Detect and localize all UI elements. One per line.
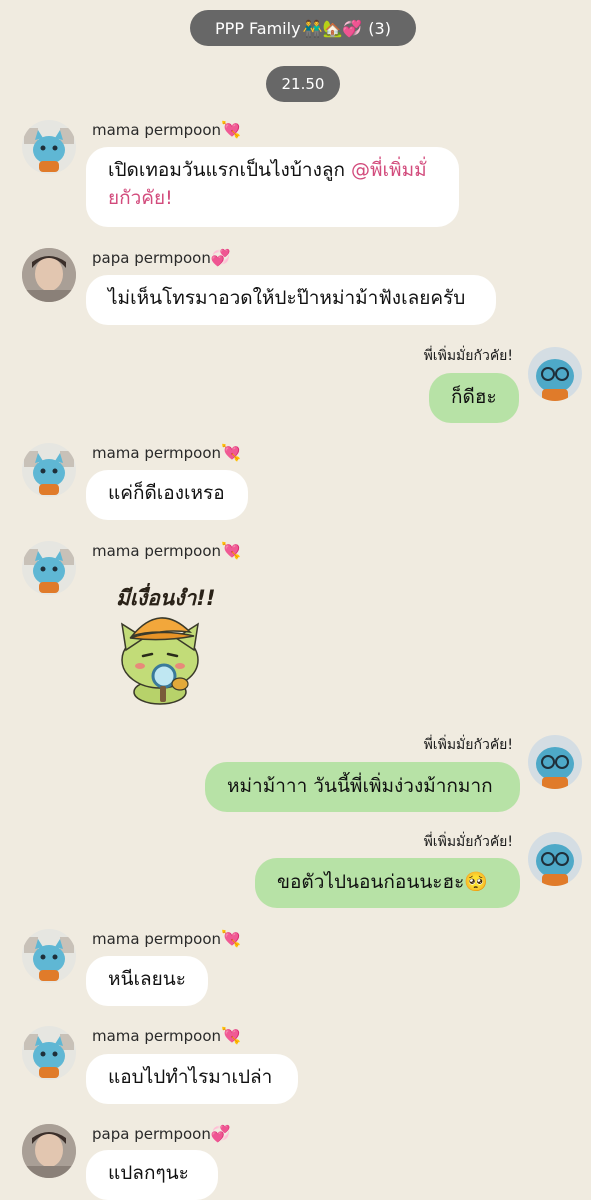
message-bubble[interactable]: แปลกๆนะ	[86, 1150, 218, 1200]
message-bubble[interactable]: หนีเลยนะ	[86, 956, 208, 1006]
papa-photo-icon	[22, 1124, 76, 1178]
my-message-bubble[interactable]: ขอตัวไปนอนก่อนนะฮะ🥺	[255, 858, 520, 908]
blue-cat-mascot-icon	[24, 128, 74, 172]
message-text: หม่าม้าาา วันนี้พี่เพิ่มง่วงม้ากมาก	[227, 775, 493, 797]
member-count: (3)	[368, 18, 391, 38]
sender-name: papa permpoon💞	[92, 248, 231, 267]
detective-cat-icon	[121, 617, 199, 705]
blue-cat-mascot-icon	[24, 451, 74, 495]
blue-cat-mascot-icon	[24, 937, 74, 981]
sender-name: mama permpoon💘	[92, 541, 241, 560]
my-message-bubble[interactable]: หม่าม้าาา วันนี้พี่เพิ่มง่วงม้ากมาก	[205, 762, 520, 812]
papa-photo-icon	[22, 248, 76, 302]
blue-cat-glasses-icon	[536, 844, 574, 886]
sender-name: mama permpoon💘	[92, 443, 241, 462]
sender-name: mama permpoon💘	[92, 1026, 241, 1045]
pleading-face-emoji: 🥺	[464, 871, 488, 893]
my-avatar[interactable]	[528, 735, 582, 789]
message-bubble[interactable]: ไม่เห็นโทรมาอวดให้ปะป๊าหม่าม้าฟังเลยครับ	[86, 275, 496, 325]
blue-cat-mascot-icon	[24, 549, 74, 593]
mama-avatar[interactable]	[22, 443, 76, 497]
mama-avatar[interactable]	[22, 541, 76, 595]
blue-cat-glasses-icon	[536, 747, 574, 789]
message-text: แอบไปทำไรมาเปล่า	[108, 1066, 273, 1088]
time-divider: 21.50	[266, 66, 340, 102]
my-name: พี่เพิ่มมั่ยกัวคัย!	[423, 834, 513, 850]
group-emojis: 👬🏡💞	[302, 18, 363, 38]
blue-cat-glasses-icon	[536, 359, 574, 401]
papa-avatar[interactable]	[22, 1124, 76, 1178]
my-avatar[interactable]	[528, 347, 582, 401]
group-name: PPP Family	[215, 18, 301, 38]
message-bubble[interactable]: เปิดเทอมวันแรกเป็นไงบ้างลูก @พี่เพิ่มมั่…	[86, 147, 459, 227]
blue-cat-mascot-icon	[24, 1034, 74, 1078]
my-name: พี่เพิ่มมั่ยกัวคัย!	[423, 737, 513, 753]
chat-title-pill[interactable]: PPP Family 👬🏡💞 (3)	[190, 10, 416, 46]
message-text: แค่ก็ดีเองเหรอ	[108, 482, 225, 504]
mama-avatar[interactable]	[22, 1026, 76, 1080]
papa-avatar[interactable]	[22, 248, 76, 302]
sender-name: mama permpoon💘	[92, 929, 241, 948]
sender-name: papa permpoon💞	[92, 1124, 231, 1143]
my-name: พี่เพิ่มมั่ยกัวคัย!	[423, 348, 513, 364]
my-avatar[interactable]	[528, 832, 582, 886]
message-bubble[interactable]: แค่ก็ดีเองเหรอ	[86, 470, 248, 520]
message-bubble[interactable]: แอบไปทำไรมาเปล่า	[86, 1054, 298, 1104]
message-text: ก็ดีฮะ	[451, 386, 497, 408]
message-text: แปลกๆนะ	[108, 1162, 189, 1184]
message-text: เปิดเทอมวันแรกเป็นไงบ้างลูก	[108, 159, 352, 181]
sender-name: mama permpoon💘	[92, 120, 241, 139]
message-text: ไม่เห็นโทรมาอวดให้ปะป๊าหม่าม้าฟังเลยครับ	[108, 287, 466, 309]
mama-avatar[interactable]	[22, 120, 76, 174]
my-message-bubble[interactable]: ก็ดีฮะ	[429, 373, 519, 423]
message-text: หนีเลยนะ	[108, 968, 186, 990]
detective-cat-sticker[interactable]: มีเงื่อนงำ!!	[110, 580, 230, 710]
message-text: ขอตัวไปนอนก่อนนะฮะ	[277, 871, 465, 893]
mama-avatar[interactable]	[22, 929, 76, 983]
